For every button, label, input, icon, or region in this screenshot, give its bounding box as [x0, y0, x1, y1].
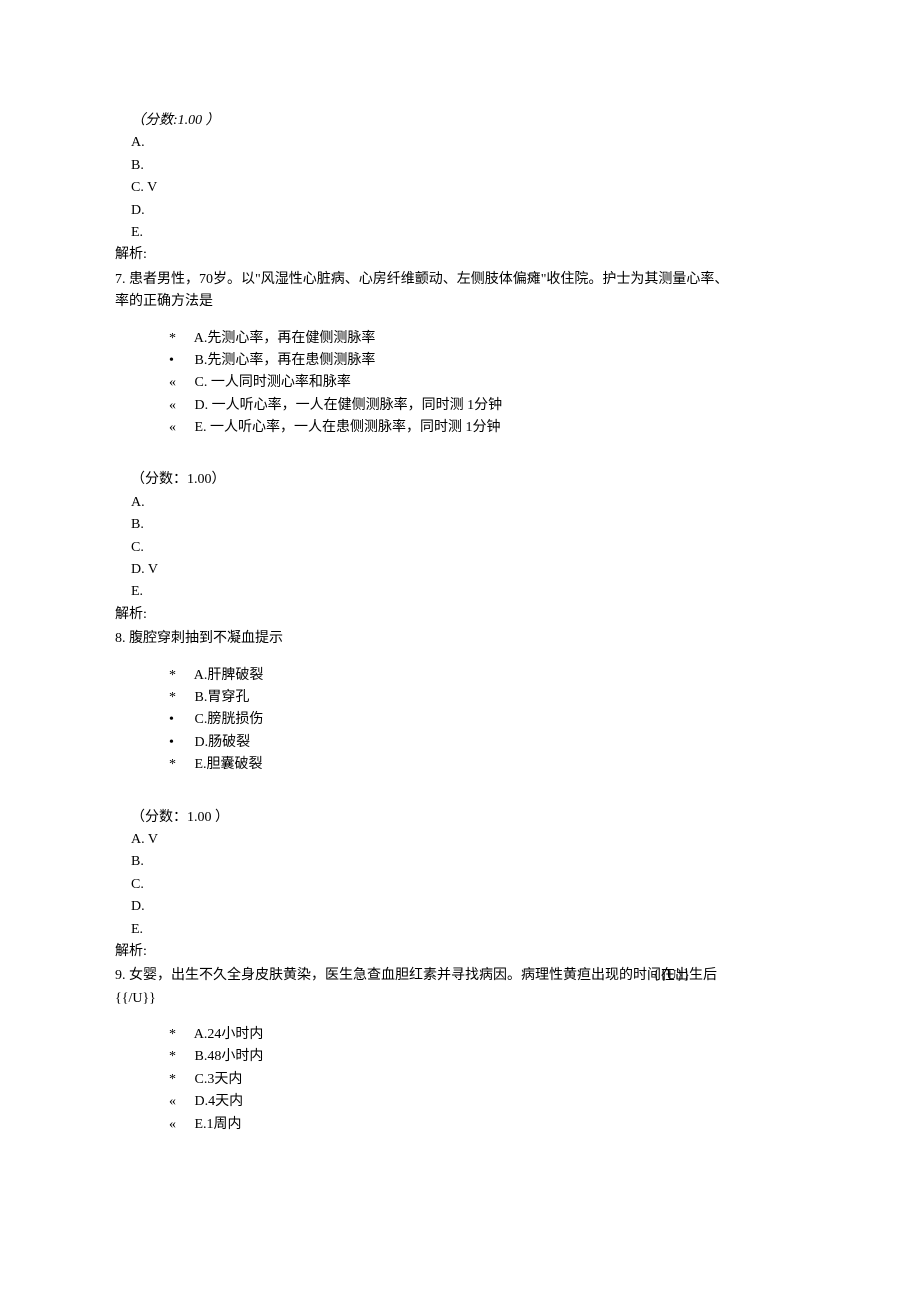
- option-d: « D. 一人听心率，一人在健侧测脉率，同时测 1分钟: [169, 395, 805, 417]
- answer-option-d: D.: [115, 200, 805, 222]
- option-list: * A.肝脾破裂 * B.胃穿孔 • C.膀胱损伤 • D.肠破裂 * E.胆囊…: [115, 665, 805, 777]
- answer-option-b: B.: [115, 155, 805, 177]
- option-list: * A.先测心率，再在健侧测脉率 • B.先测心率，再在患侧测脉率 « C. 一…: [115, 328, 805, 440]
- answer-option-e: E.: [115, 919, 805, 941]
- answer-option-a: A.: [115, 492, 805, 514]
- question-stem: 8. 腹腔穿刺抽到不凝血提示: [115, 628, 805, 650]
- analysis-label: 解析:: [115, 604, 805, 626]
- option-b: * B.48小时内: [169, 1046, 805, 1068]
- answer-option-b: B.: [115, 851, 805, 873]
- question-7-block: 7. 患者男性，70岁。以"风湿性心脏病、心房纤维颤动、左侧肢体偏瘫"收住院。护…: [115, 269, 805, 626]
- question-stem: 7. 患者男性，70岁。以"风湿性心脏病、心房纤维颤动、左侧肢体偏瘫"收住院。护…: [115, 269, 805, 291]
- option-a: * A.24小时内: [169, 1024, 805, 1046]
- answer-option-e: E.: [115, 581, 805, 603]
- score-line: （分数：1.00 ）: [115, 807, 805, 829]
- underline-close-placeholder: {{/U}}: [115, 988, 805, 1010]
- question-6-block: （分数:1.00 ） A. B. C. V D. E. 解析:: [115, 110, 805, 267]
- answer-option-c: C.: [115, 874, 805, 896]
- question-stem-line2: 率的正确方法是: [115, 291, 805, 313]
- option-b: • B.先测心率，再在患侧测脉率: [169, 350, 805, 372]
- question-number: 9.: [115, 968, 126, 983]
- answer-option-a: A. V: [115, 829, 805, 851]
- question-stem: 9. 女婴，出生不久全身皮肤黄染，医生急查血胆红素并寻找病因。病理性黄疸出现的时…: [115, 965, 805, 987]
- question-text: 女婴，出生不久全身皮肤黄染，医生急查血胆红素并寻找病因。病理性黄疸出现的时间在出…: [126, 968, 718, 983]
- option-e: « E.1周内: [169, 1114, 805, 1136]
- answer-option-b: B.: [115, 514, 805, 536]
- option-e: « E. 一人听心率，一人在患侧测脉率，同时测 1分钟: [169, 417, 805, 439]
- answer-option-c: C.: [115, 537, 805, 559]
- question-8-block: 8. 腹腔穿刺抽到不凝血提示 * A.肝脾破裂 * B.胃穿孔 • C.膀胱损伤…: [115, 628, 805, 963]
- option-d: • D.肠破裂: [169, 732, 805, 754]
- option-d: « D.4天内: [169, 1091, 805, 1113]
- option-c: « C. 一人同时测心率和脉率: [169, 372, 805, 394]
- answer-option-d: D.: [115, 896, 805, 918]
- question-number: 8.: [115, 631, 126, 646]
- underline-open-placeholder: {{U}}: [653, 965, 690, 987]
- answer-option-c: C. V: [115, 177, 805, 199]
- option-e: * E.胆囊破裂: [169, 754, 805, 776]
- answer-option-d: D. V: [115, 559, 805, 581]
- question-text: 患者男性，70岁。以"风湿性心脏病、心房纤维颤动、左侧肢体偏瘫"收住院。护士为其…: [126, 272, 729, 287]
- option-b: * B.胃穿孔: [169, 687, 805, 709]
- score-line: （分数：1.00）: [115, 469, 805, 491]
- option-c: • C.膀胱损伤: [169, 709, 805, 731]
- question-number: 7.: [115, 272, 126, 287]
- option-c: * C.3天内: [169, 1069, 805, 1091]
- option-a: * A.先测心率，再在健侧测脉率: [169, 328, 805, 350]
- answer-option-a: A.: [115, 132, 805, 154]
- analysis-label: 解析:: [115, 941, 805, 963]
- document-page: （分数:1.00 ） A. B. C. V D. E. 解析: 7. 患者男性，…: [0, 0, 920, 1303]
- question-text: 腹腔穿刺抽到不凝血提示: [126, 631, 284, 646]
- option-list: * A.24小时内 * B.48小时内 * C.3天内 « D.4天内 « E.…: [115, 1024, 805, 1136]
- option-a: * A.肝脾破裂: [169, 665, 805, 687]
- score-line: （分数:1.00 ）: [115, 110, 805, 132]
- answer-option-e: E.: [115, 222, 805, 244]
- question-9-block: 9. 女婴，出生不久全身皮肤黄染，医生急查血胆红素并寻找病因。病理性黄疸出现的时…: [115, 965, 805, 1136]
- analysis-label: 解析:: [115, 244, 805, 266]
